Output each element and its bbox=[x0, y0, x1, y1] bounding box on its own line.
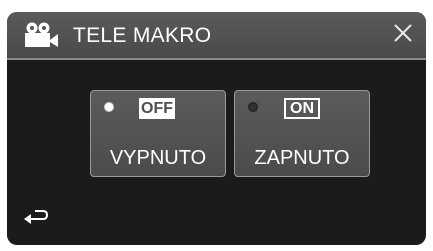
return-arrow-icon[interactable] bbox=[21, 206, 51, 230]
close-icon[interactable] bbox=[388, 18, 418, 48]
option-on-button[interactable]: ON ZAPNUTO bbox=[234, 90, 370, 177]
video-camera-icon bbox=[25, 22, 58, 47]
camera-menu-screen: TELE MAKRO OFF VYPNUTO ON ZAPNUTO bbox=[7, 12, 426, 245]
menu-title: TELE MAKRO bbox=[73, 24, 212, 47]
off-badge: OFF bbox=[139, 98, 175, 119]
radio-unselected-indicator bbox=[248, 102, 258, 112]
option-on-label: ZAPNUTO bbox=[254, 147, 350, 169]
option-off-label: VYPNUTO bbox=[109, 147, 207, 169]
option-off-button[interactable]: OFF VYPNUTO bbox=[90, 90, 226, 177]
radio-selected-indicator bbox=[104, 102, 114, 112]
on-badge: ON bbox=[284, 98, 320, 119]
menu-header: TELE MAKRO bbox=[7, 12, 426, 60]
